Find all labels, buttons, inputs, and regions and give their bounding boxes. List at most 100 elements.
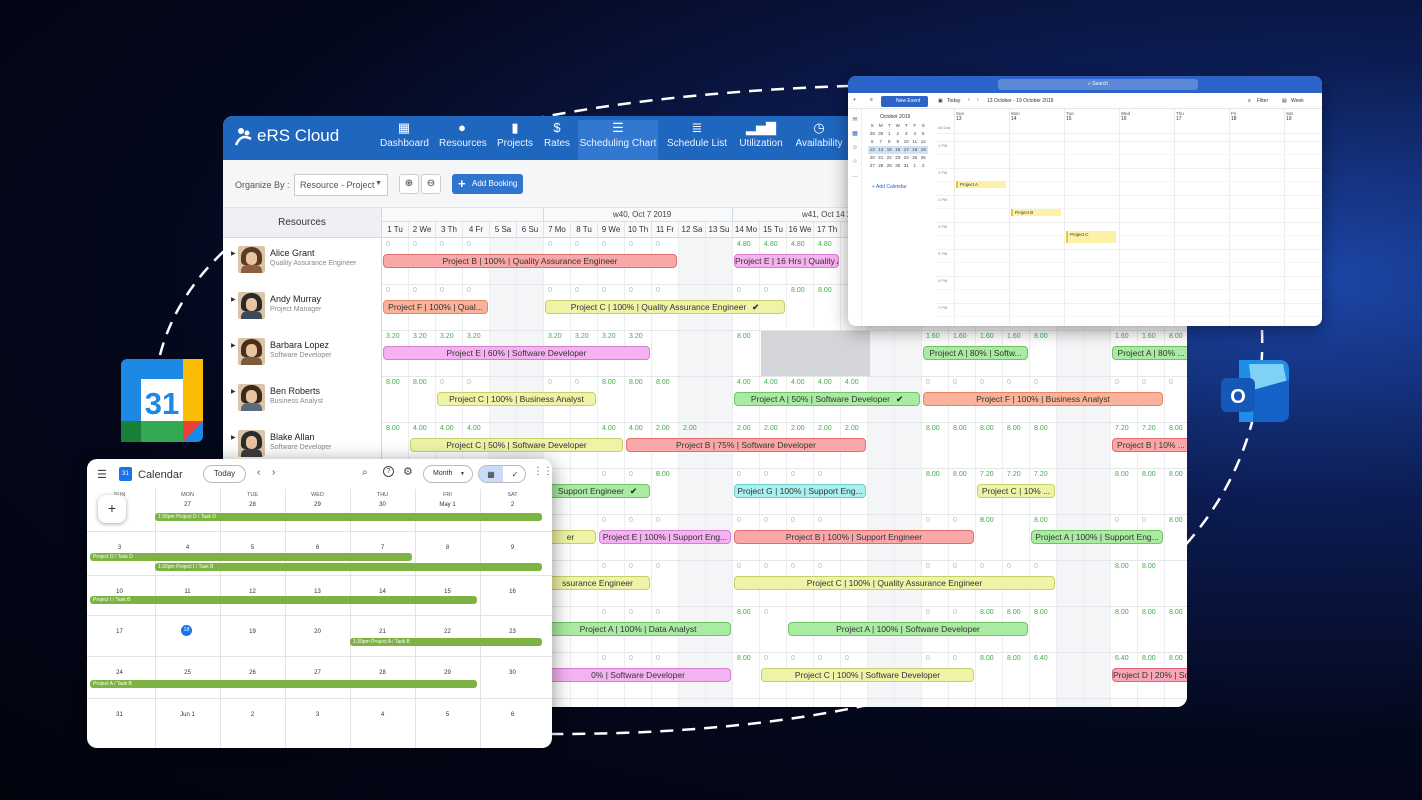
add-calendar-link[interactable]: + Add Calendar	[872, 184, 907, 190]
outlook-today-button[interactable]: Today	[947, 98, 960, 104]
booking-bar[interactable]: ssurance Engineer	[545, 576, 650, 590]
booking-bar[interactable]: er	[545, 530, 596, 544]
gcal-date[interactable]: 11	[155, 589, 220, 595]
mini-day[interactable]: 5	[919, 130, 928, 138]
mini-day[interactable]: 1	[885, 130, 894, 138]
apps-grid-icon[interactable]: ⋮⋮	[533, 466, 552, 477]
mini-day[interactable]: F	[911, 122, 920, 130]
hamburger-menu-icon[interactable]: ☰	[97, 468, 107, 481]
gcal-date[interactable]: 4	[350, 712, 415, 718]
chevron-left-icon[interactable]: ‹	[968, 97, 970, 103]
nav-availability[interactable]: ◷ Availability	[794, 120, 844, 149]
mini-day[interactable]: 22	[885, 154, 894, 162]
expand-caret-icon[interactable]: ▶	[231, 296, 236, 303]
mini-day[interactable]: 28	[877, 162, 886, 170]
plus-icon[interactable]: +	[853, 97, 856, 103]
mini-day[interactable]: 8	[885, 138, 894, 146]
booking-bar[interactable]: Project D | 20% | Softw...	[1112, 668, 1187, 682]
gcal-date[interactable]: 17	[87, 629, 152, 635]
gcal-today-button[interactable]: Today	[203, 465, 246, 483]
mini-day[interactable]: 20	[868, 154, 877, 162]
outlook-event[interactable]: Project A	[956, 181, 1006, 188]
mini-day[interactable]: 7	[877, 138, 886, 146]
mini-day[interactable]: 9	[894, 138, 903, 146]
tasks-view-icon[interactable]: ✓	[503, 466, 525, 482]
mini-day[interactable]: 26	[919, 154, 928, 162]
gcal-date[interactable]: 28	[220, 502, 285, 508]
outlook-event[interactable]: Project B	[1011, 209, 1061, 216]
mini-day[interactable]: 13	[868, 146, 877, 154]
booking-bar[interactable]: Support Engineer ✔	[545, 484, 650, 498]
mini-day[interactable]: T	[885, 122, 894, 130]
organize-by-select[interactable]: Resource - Project ▼	[294, 174, 388, 196]
mini-day[interactable]: 31	[902, 162, 911, 170]
gcal-date[interactable]: 6	[480, 712, 545, 718]
mini-day[interactable]: 6	[868, 138, 877, 146]
gcal-date[interactable]: 22	[415, 629, 480, 635]
gcal-event[interactable]: 1:30pm Project D / Task D	[155, 513, 542, 521]
booking-bar[interactable]: Project C | 100% | Quality Assurance Eng…	[545, 300, 785, 314]
mail-icon[interactable]: ✉	[851, 117, 859, 123]
nav-dashboard[interactable]: ▦ Dashboard	[380, 120, 429, 149]
mini-day[interactable]: 15	[885, 146, 894, 154]
booking-bar[interactable]: Project A | 100% | Software Developer	[788, 622, 1028, 636]
people-icon[interactable]: ☺	[851, 145, 859, 151]
gcal-date[interactable]: 13	[285, 589, 350, 595]
booking-bar[interactable]: Project A | 100% | Data Analyst	[545, 622, 731, 636]
gcal-event[interactable]: Project D / Task D	[90, 553, 412, 561]
booking-bar[interactable]: Project A | 50% | Software Developer ✔	[734, 392, 920, 406]
mini-day[interactable]: 27	[868, 162, 877, 170]
calendar-icon[interactable]: ▦	[851, 131, 859, 137]
mini-day[interactable]: S	[919, 122, 928, 130]
resource-row[interactable]: ▶ Barbara Lopez Software Developer	[223, 330, 382, 376]
booking-bar[interactable]: Project B | 75% | Software Developer	[626, 438, 866, 452]
gcal-date[interactable]: 24	[87, 670, 152, 676]
nav-rates[interactable]: $ Rates	[543, 120, 571, 149]
star-icon[interactable]: ☆	[851, 159, 859, 165]
chevron-left-icon[interactable]: ‹	[257, 467, 260, 478]
gcal-date[interactable]: 30	[350, 502, 415, 508]
zoom-out-button[interactable]: ⊖	[421, 174, 441, 194]
expand-caret-icon[interactable]: ▶	[231, 250, 236, 257]
gcal-date[interactable]: 4	[155, 545, 220, 551]
gcal-date[interactable]: 15	[415, 589, 480, 595]
gcal-date[interactable]: 19	[220, 629, 285, 635]
gcal-date[interactable]: 20	[285, 629, 350, 635]
mini-day[interactable]: 30	[877, 130, 886, 138]
gcal-date[interactable]: 29	[415, 670, 480, 676]
outlook-search-input[interactable]: ⌕ Search	[998, 79, 1198, 90]
help-icon[interactable]: ?	[383, 466, 394, 477]
booking-bar[interactable]: Project C | 100% | Quality Assurance Eng…	[734, 576, 1055, 590]
nav-schedule-list[interactable]: ≣ Schedule List	[666, 120, 728, 149]
view-select[interactable]: Week	[1291, 98, 1304, 104]
gcal-date[interactable]: 31	[87, 712, 152, 718]
booking-bar[interactable]: Project B | 100% | Support Engineer	[734, 530, 974, 544]
booking-bar[interactable]: Project A | 80% ...	[1112, 346, 1187, 360]
ers-logo[interactable]: eRS Cloud	[233, 125, 339, 147]
mini-day[interactable]: 11	[911, 138, 920, 146]
mini-day[interactable]: S	[868, 122, 877, 130]
gcal-date[interactable]: 23	[480, 629, 545, 635]
booking-bar[interactable]: Project C | 50% | Software Developer	[410, 438, 623, 452]
mini-day[interactable]: 1	[911, 162, 920, 170]
new-event-button[interactable]: New Event	[881, 96, 928, 107]
gcal-date[interactable]: 9	[480, 545, 545, 551]
gcal-date[interactable]: 5	[220, 545, 285, 551]
booking-bar[interactable]: Project E | 16 Hrs | Quality A	[734, 254, 839, 268]
nav-utilization[interactable]: ▂▅▇ Utilization	[737, 120, 785, 149]
nav-scheduling-chart[interactable]: ☰ Scheduling Chart	[578, 120, 658, 164]
chevron-right-icon[interactable]: ›	[272, 467, 275, 478]
gcal-date[interactable]: 2	[220, 712, 285, 718]
gcal-date[interactable]: 6	[285, 545, 350, 551]
mini-day[interactable]: M	[877, 122, 886, 130]
expand-caret-icon[interactable]: ▶	[231, 434, 236, 441]
mini-day[interactable]: 2	[894, 130, 903, 138]
gcal-date[interactable]: 29	[285, 502, 350, 508]
gcal-date[interactable]: 27	[155, 502, 220, 508]
gcal-date[interactable]: 25	[155, 670, 220, 676]
gcal-date[interactable]: 28	[350, 670, 415, 676]
gcal-date[interactable]: Jun 1	[155, 712, 220, 718]
nav-projects[interactable]: ▮ Projects	[496, 120, 534, 149]
expand-caret-icon[interactable]: ▶	[231, 342, 236, 349]
mini-day[interactable]: 17	[902, 146, 911, 154]
